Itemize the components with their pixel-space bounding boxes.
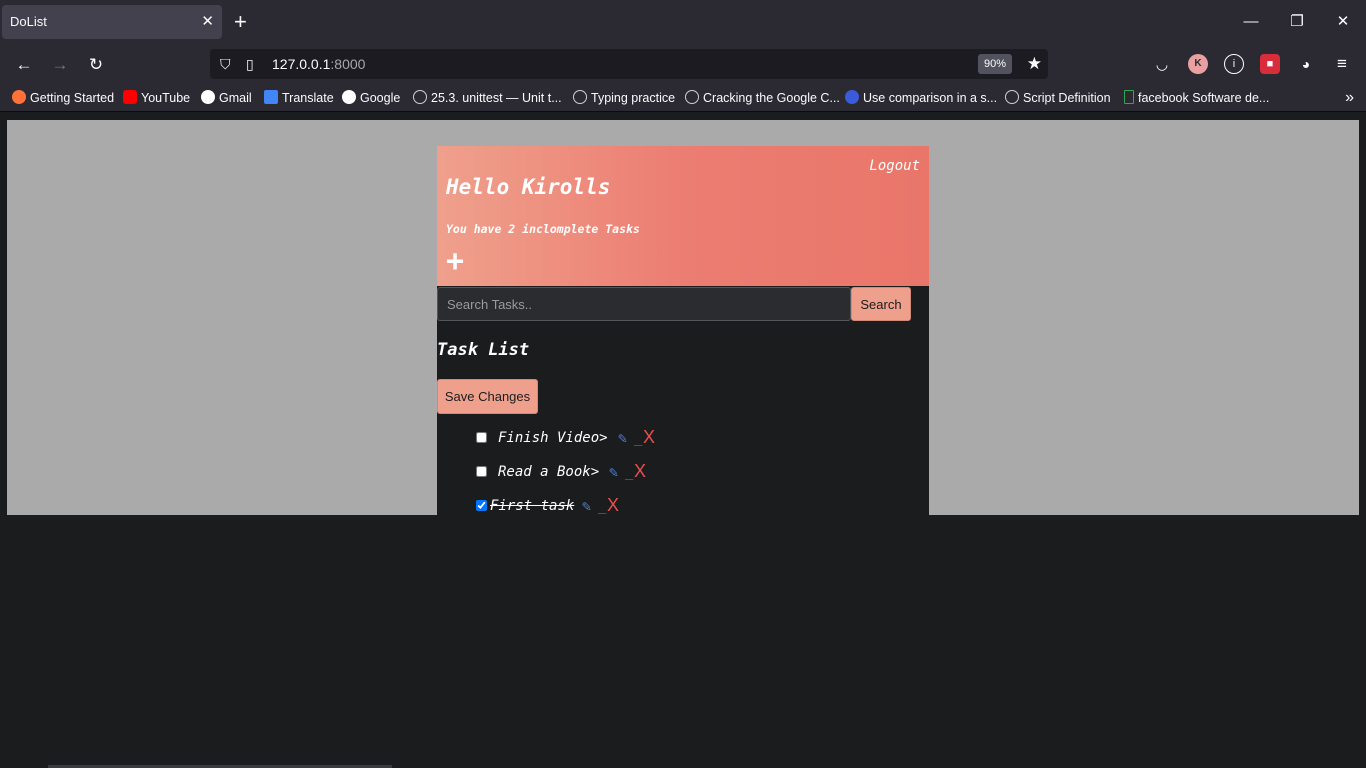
- tab-strip: DoList ✕ + — ❐ ✕: [0, 0, 1366, 44]
- delete-x-icon[interactable]: X: [607, 494, 619, 515]
- task-item: Read a Book> ✎ _ X: [476, 461, 736, 483]
- task-name: Read a Book>: [498, 464, 600, 480]
- page-icon[interactable]: ▯: [246, 49, 254, 79]
- save-changes-button[interactable]: Save Changes: [437, 379, 538, 414]
- task-list-heading: Task List: [437, 340, 530, 360]
- back-arrow-icon[interactable]: ←: [10, 51, 38, 79]
- todo-app-card: Logout Hello Kirolls You have 2 inclompl…: [437, 146, 929, 515]
- tab-close-icon[interactable]: ✕: [201, 5, 214, 39]
- bookmark-label: 25.3. unittest — Unit t...: [431, 91, 562, 105]
- bookmark-facebook-software[interactable]: facebook Software de...: [1124, 84, 1269, 112]
- lock-extension-icon[interactable]: ■: [1260, 54, 1280, 74]
- separator: _: [598, 498, 607, 514]
- extension-glasses-icon[interactable]: ◕: [1296, 54, 1316, 74]
- url-host: 127.0.0.1: [272, 56, 331, 72]
- bookmark-label: Use comparison in a s...: [863, 91, 998, 105]
- info-icon[interactable]: i: [1224, 54, 1244, 74]
- globe-icon: [1005, 90, 1019, 104]
- bookmark-cracking-google[interactable]: Cracking the Google C...: [685, 84, 840, 112]
- globe-icon: [573, 90, 587, 104]
- translate-icon: [264, 90, 278, 104]
- bookmark-typing-practice[interactable]: Typing practice: [573, 84, 675, 112]
- globe-icon: [685, 90, 699, 104]
- document-icon: [1124, 90, 1134, 104]
- bookmark-google[interactable]: Google: [342, 84, 400, 112]
- search-button[interactable]: Search: [851, 287, 911, 321]
- minimize-icon[interactable]: —: [1228, 0, 1274, 44]
- separator: _: [634, 430, 643, 446]
- page-viewport: Logout Hello Kirolls You have 2 inclompl…: [7, 120, 1359, 515]
- task-checkbox[interactable]: [476, 466, 487, 477]
- forward-arrow-icon[interactable]: →: [46, 51, 74, 79]
- circle-logo-icon: [845, 90, 859, 104]
- edit-pencil-icon[interactable]: ✎: [618, 427, 627, 449]
- shield-icon[interactable]: ⛉: [220, 49, 231, 79]
- bookmark-use-comparison[interactable]: Use comparison in a s...: [845, 84, 997, 112]
- bookmark-script-definition[interactable]: Script Definition: [1005, 84, 1111, 112]
- google-icon: [342, 90, 356, 104]
- bookmark-label: Translate: [282, 91, 334, 105]
- bookmark-translate[interactable]: Translate: [264, 84, 334, 112]
- bookmark-label: facebook Software de...: [1138, 91, 1270, 105]
- bookmark-label: Script Definition: [1023, 91, 1111, 105]
- address-bar[interactable]: ⛉ ▯ 127.0.0.1:8000 90% ★: [210, 49, 1048, 79]
- tab-dolist[interactable]: DoList ✕: [2, 5, 222, 39]
- youtube-icon: [123, 90, 137, 104]
- bookmark-label: Gmail: [219, 91, 252, 105]
- firefox-icon: [12, 90, 26, 104]
- bookmark-getting-started[interactable]: Getting Started: [12, 84, 114, 112]
- tab-title: DoList: [10, 14, 47, 29]
- navigation-toolbar: ← → ↻ ⛉ ▯ 127.0.0.1:8000 90% ★ ◡ K i ■ ◕…: [0, 44, 1366, 84]
- delete-x-icon[interactable]: X: [634, 460, 646, 482]
- bookmark-label: YouTube: [141, 91, 191, 105]
- bookmarks-overflow-chevron-icon[interactable]: »: [1345, 84, 1354, 112]
- separator: _: [625, 464, 634, 480]
- bookmark-label: Getting Started: [30, 91, 115, 105]
- task-name: First task: [490, 498, 575, 514]
- task-checkbox[interactable]: [476, 432, 487, 443]
- url-text[interactable]: 127.0.0.1:8000: [272, 49, 365, 79]
- edit-pencil-icon[interactable]: ✎: [582, 495, 591, 515]
- account-avatar-icon[interactable]: K: [1188, 54, 1208, 74]
- menu-hamburger-icon[interactable]: ≡: [1332, 54, 1352, 74]
- incomplete-count-text: You have 2 inclomplete Tasks: [446, 222, 640, 236]
- zoom-level-badge[interactable]: 90%: [977, 54, 1012, 74]
- close-window-icon[interactable]: ✕: [1320, 0, 1366, 44]
- url-port: :8000: [330, 56, 366, 72]
- task-checkbox[interactable]: [476, 500, 487, 511]
- bookmark-label: Google: [360, 91, 401, 105]
- bookmark-unittest[interactable]: 25.3. unittest — Unit t...: [413, 84, 562, 112]
- search-input[interactable]: [437, 287, 851, 321]
- logout-link[interactable]: Logout: [869, 158, 920, 174]
- task-name: Finish Video>: [498, 430, 608, 446]
- task-item: Finish Video> ✎ _ X: [476, 427, 736, 449]
- bookmark-label: Cracking the Google C...: [703, 91, 840, 105]
- bookmark-label: Typing practice: [591, 91, 676, 105]
- bookmark-gmail[interactable]: Gmail: [201, 84, 252, 112]
- reload-icon[interactable]: ↻: [82, 51, 110, 79]
- add-task-plus-icon[interactable]: +: [446, 246, 464, 278]
- bookmark-youtube[interactable]: YouTube: [123, 84, 190, 112]
- restore-icon[interactable]: ❐: [1274, 0, 1320, 44]
- delete-x-icon[interactable]: X: [643, 426, 655, 448]
- new-tab-button[interactable]: +: [234, 8, 247, 36]
- task-item: First task ✎ _ X: [476, 495, 736, 515]
- bookmark-star-icon[interactable]: ★: [1027, 49, 1042, 79]
- greeting-heading: Hello Kirolls: [446, 175, 611, 199]
- pocket-icon[interactable]: ◡: [1152, 54, 1172, 74]
- globe-icon: [413, 90, 427, 104]
- bookmarks-bar: Getting Started YouTube Gmail Translate …: [0, 84, 1366, 112]
- edit-pencil-icon[interactable]: ✎: [609, 461, 618, 483]
- google-icon: [201, 90, 215, 104]
- header-panel: Logout Hello Kirolls You have 2 inclompl…: [437, 146, 929, 286]
